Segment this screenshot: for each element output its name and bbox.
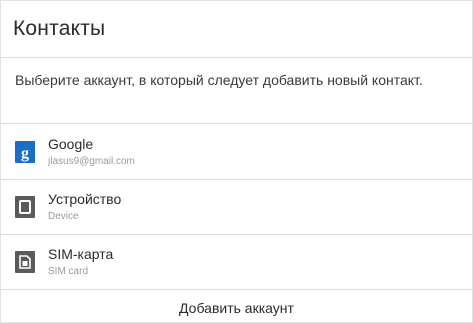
account-item-sim-card[interactable]: SIM-карта SIM card <box>1 235 472 290</box>
account-text: SIM-карта SIM card <box>48 246 113 279</box>
account-name: SIM-карта <box>48 245 114 262</box>
account-email: jlasus9@gmail.com <box>48 155 135 167</box>
account-name: Устройство <box>48 190 122 207</box>
add-account-button[interactable]: Добавить аккаунт <box>1 291 472 323</box>
dialog-title: Контакты <box>13 17 106 40</box>
svg-text:g: g <box>21 145 29 162</box>
account-text: Google jlasus9@gmail.com <box>48 136 135 169</box>
dialog-header: Контакты <box>1 1 472 58</box>
account-subtitle: Device <box>48 210 79 222</box>
dialog-message: Выберите аккаунт, в который следует доба… <box>1 58 472 124</box>
account-name: Google <box>48 135 94 152</box>
choose-account-dialog: Контакты Выберите аккаунт, в который сле… <box>0 0 473 323</box>
account-list: g Google jlasus9@gmail.com Устройство De… <box>1 125 472 290</box>
sim-card-icon <box>15 251 35 273</box>
account-text: Устройство Device <box>48 191 121 224</box>
google-icon: g <box>15 141 35 163</box>
device-icon <box>15 196 35 218</box>
account-item-google[interactable]: g Google jlasus9@gmail.com <box>1 125 472 180</box>
account-item-device[interactable]: Устройство Device <box>1 180 472 235</box>
account-subtitle: SIM card <box>48 265 89 277</box>
